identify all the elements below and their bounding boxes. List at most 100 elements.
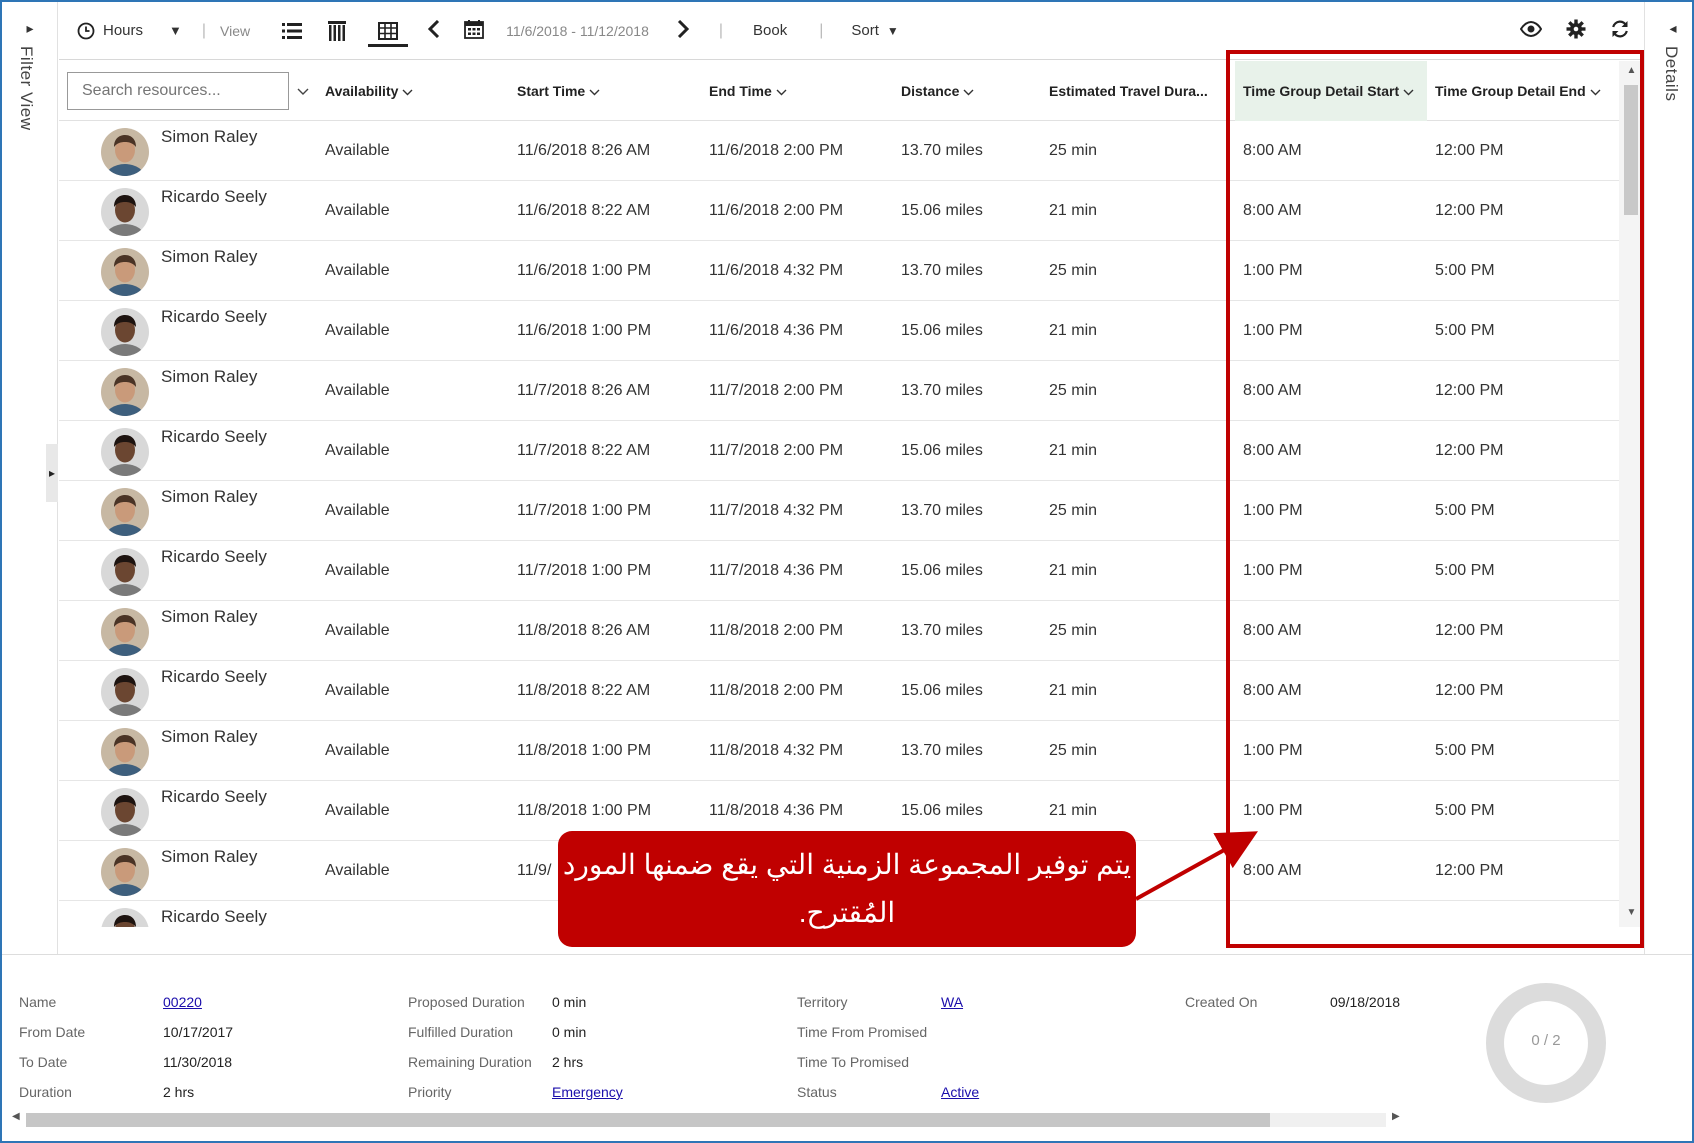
resource-name[interactable]: Simon Raley xyxy=(161,367,257,387)
end-time-cell: 11/7/2018 2:00 PM xyxy=(709,382,844,399)
end-time-cell: 11/7/2018 4:32 PM xyxy=(709,502,844,519)
refresh-button[interactable] xyxy=(1598,2,1644,60)
horizontal-scrollbar[interactable]: ◀ ▶ xyxy=(12,1109,1402,1129)
avatar-image xyxy=(101,848,149,896)
table-row[interactable]: Ricardo Seely Available 11/7/2018 8:22 AM 1… xyxy=(59,421,1619,481)
column-start-time[interactable]: Start Time xyxy=(509,61,687,121)
column-availability[interactable]: Availability xyxy=(317,61,495,121)
calendar-icon xyxy=(464,19,485,43)
grid-view-button[interactable] xyxy=(360,2,416,60)
resource-grid: Availability Start Time End Time Distanc… xyxy=(59,61,1644,927)
start-time-cell xyxy=(509,901,517,927)
next-week-button[interactable] xyxy=(665,2,701,60)
resource-name[interactable]: Simon Raley xyxy=(161,247,257,267)
territory-label: Territory xyxy=(797,994,848,1010)
column-time-group-end[interactable]: Time Group Detail End xyxy=(1427,61,1619,121)
travel-time-cell: 25 min xyxy=(1049,502,1098,519)
expand-filter-icon[interactable]: ▸ xyxy=(2,20,58,37)
list-view-button[interactable] xyxy=(270,2,314,60)
scroll-left-icon[interactable]: ◀ xyxy=(12,1111,20,1122)
scroll-up-icon[interactable]: ▲ xyxy=(1619,65,1644,76)
column-distance[interactable]: Distance xyxy=(893,61,1033,121)
table-row[interactable]: Ricardo Seely Available 11/8/2018 8:22 AM 1… xyxy=(59,661,1619,721)
table-row[interactable]: Ricardo Seely Available 11/6/2018 1:00 PM 1… xyxy=(59,301,1619,361)
avatar xyxy=(101,488,149,536)
remaining-duration-value: 2 hrs xyxy=(552,1054,584,1070)
previous-week-button[interactable] xyxy=(416,2,452,60)
vertical-bars-icon xyxy=(328,20,347,41)
avatar xyxy=(101,428,149,476)
search-resources-input[interactable] xyxy=(67,72,289,110)
territory-link[interactable]: WA xyxy=(941,994,963,1010)
scroll-down-icon[interactable]: ▼ xyxy=(1619,907,1644,918)
name-link[interactable]: 00220 xyxy=(163,994,202,1010)
table-row[interactable]: Simon Raley Available 11/7/2018 8:26 AM 11/… xyxy=(59,361,1619,421)
table-row[interactable]: Ricardo Seely Available 11/6/2018 8:22 AM 1… xyxy=(59,181,1619,241)
resource-name[interactable]: Simon Raley xyxy=(161,487,257,507)
resource-name[interactable]: Simon Raley xyxy=(161,127,257,147)
duration-value: 2 hrs xyxy=(163,1084,195,1100)
time-group-end-cell: 12:00 PM xyxy=(1435,382,1504,399)
table-row[interactable]: Simon Raley Available 11/7/2018 1:00 PM 11/… xyxy=(59,481,1619,541)
avatar-image xyxy=(101,548,149,596)
date-range[interactable]: 11/6/2018 - 11/12/2018 xyxy=(506,23,649,39)
time-from-promised-label: Time From Promised xyxy=(797,1024,928,1040)
visibility-button[interactable] xyxy=(1508,2,1554,60)
availability-cell: Available xyxy=(325,562,390,579)
resource-name[interactable]: Ricardo Seely xyxy=(161,787,267,807)
travel-time-cell: 25 min xyxy=(1049,622,1098,639)
vertical-scrollbar[interactable]: ▲ ▼ xyxy=(1619,61,1644,927)
resource-name[interactable]: Simon Raley xyxy=(161,607,257,627)
scrollbar-thumb[interactable] xyxy=(1624,85,1638,215)
details-label[interactable]: Details xyxy=(1661,46,1681,101)
column-end-time[interactable]: End Time xyxy=(701,61,879,121)
scroll-right-icon[interactable]: ▶ xyxy=(1392,1111,1400,1122)
progress-text: 0 / 2 xyxy=(1531,1032,1561,1049)
resource-name[interactable]: Ricardo Seely xyxy=(161,427,267,447)
avatar-image xyxy=(101,368,149,416)
vertical-view-button[interactable] xyxy=(314,2,360,60)
time-group-end-cell: 5:00 PM xyxy=(1435,742,1495,759)
resource-name[interactable]: Ricardo Seely xyxy=(161,547,267,567)
table-row[interactable]: Simon Raley Available 11/6/2018 1:00 PM 11/… xyxy=(59,241,1619,301)
resource-name[interactable]: Ricardo Seely xyxy=(161,307,267,327)
column-estimated-travel[interactable]: Estimated Travel Dura... xyxy=(1041,61,1229,121)
resource-name[interactable]: Ricardo Seely xyxy=(161,187,267,207)
avatar xyxy=(101,668,149,716)
chevron-down-icon[interactable] xyxy=(297,83,309,99)
time-group-start-cell: 8:00 AM xyxy=(1243,862,1302,879)
table-row[interactable]: Ricardo Seely Available 11/7/2018 1:00 PM 1… xyxy=(59,541,1619,601)
hours-dropdown[interactable]: Hours ▼ xyxy=(59,2,196,60)
expand-details-icon[interactable]: ◂ xyxy=(1645,20,1692,37)
chevron-down-icon xyxy=(963,83,974,99)
filter-view-label[interactable]: Filter View xyxy=(16,46,36,131)
time-group-end-cell xyxy=(1427,901,1435,927)
app-frame: ▸ Filter View ▸ ◂ Details ◂ Hours ▼ | Vi… xyxy=(0,0,1694,1143)
calendar-button[interactable] xyxy=(452,2,496,60)
table-row[interactable]: Simon Raley Available 11/6/2018 8:26 AM 11/… xyxy=(59,121,1619,181)
settings-button[interactable] xyxy=(1554,2,1598,60)
book-button[interactable]: Book xyxy=(753,22,787,39)
resource-name[interactable]: Ricardo Seely xyxy=(161,667,267,687)
availability-cell: Available xyxy=(325,202,390,219)
resource-name[interactable]: Simon Raley xyxy=(161,727,257,747)
scrollbar-thumb[interactable] xyxy=(26,1113,1270,1127)
time-group-start-cell: 1:00 PM xyxy=(1243,562,1303,579)
list-view-icon xyxy=(282,22,303,40)
chevron-down-icon xyxy=(776,83,787,99)
left-collapse-handle[interactable]: ▸ xyxy=(46,444,58,502)
sort-dropdown[interactable]: Sort ▼ xyxy=(841,2,908,60)
column-time-group-start[interactable]: Time Group Detail Start xyxy=(1235,61,1427,121)
table-row[interactable]: Simon Raley Available 11/8/2018 1:00 PM 11/… xyxy=(59,721,1619,781)
avatar-image xyxy=(101,728,149,776)
resource-name[interactable]: Ricardo Seely xyxy=(161,907,267,927)
status-link[interactable]: Active xyxy=(941,1084,979,1100)
distance-cell: 13.70 miles xyxy=(901,622,983,639)
start-time-cell: 11/9/ xyxy=(517,862,552,879)
priority-link[interactable]: Emergency xyxy=(552,1084,623,1100)
resource-name[interactable]: Simon Raley xyxy=(161,847,257,867)
time-group-start-cell: 8:00 AM xyxy=(1243,382,1302,399)
table-row[interactable]: Simon Raley Available 11/8/2018 8:26 AM 11/… xyxy=(59,601,1619,661)
distance-cell: 13.70 miles xyxy=(901,262,983,279)
start-time-cell: 11/8/2018 1:00 PM xyxy=(517,742,652,759)
